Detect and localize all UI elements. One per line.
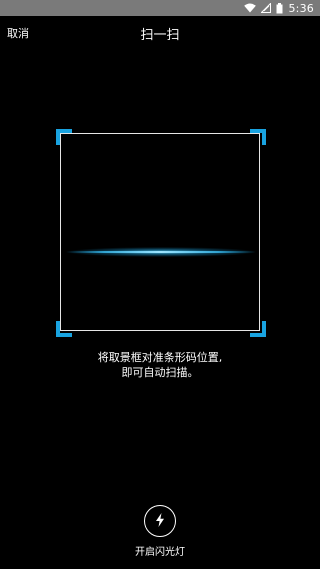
signal-icon (261, 3, 272, 13)
wifi-icon (244, 3, 257, 13)
status-icons: 5:36 (244, 0, 314, 16)
viewfinder-corner-bottom-right (250, 321, 266, 337)
viewfinder-corner-top-left (56, 129, 72, 145)
battery-icon (276, 2, 283, 14)
header: 取消 扫一扫 (0, 16, 320, 50)
viewfinder-border (60, 133, 260, 331)
status-bar: 5:36 (0, 0, 320, 16)
flashlight-label: 开启闪光灯 (135, 547, 185, 558)
scan-line (66, 243, 256, 257)
scanner-screen: 5:36 取消 扫一扫 将取景框对准条形码位置, 即可自动扫描。 开启闪光灯 (0, 0, 320, 569)
flash-icon (155, 512, 165, 531)
scan-hint-line-2: 即可自动扫描。 (121, 366, 199, 379)
scan-hint-line-1: 将取景框对准条形码位置, (97, 351, 223, 364)
scan-hint: 将取景框对准条形码位置, 即可自动扫描。 (0, 350, 320, 380)
status-time: 5:36 (288, 1, 314, 15)
page-title: 扫一扫 (140, 28, 180, 43)
flashlight-button[interactable] (144, 505, 176, 537)
scan-viewfinder (56, 129, 266, 337)
viewfinder-corner-top-right (250, 129, 266, 145)
viewfinder-corner-bottom-left (56, 321, 72, 337)
